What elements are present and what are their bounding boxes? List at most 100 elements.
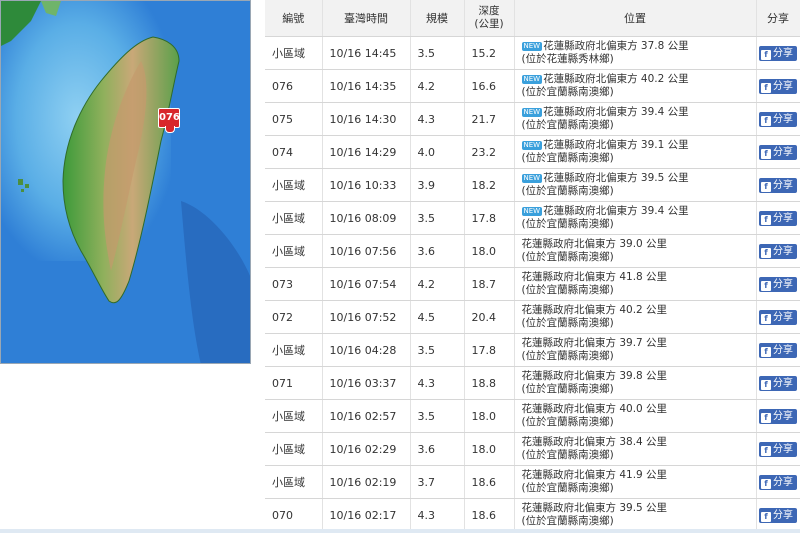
- cell-location[interactable]: NEW 花蓮縣政府北偏東方 37.8 公里 (位於花蓮縣秀林鄉): [514, 36, 757, 70]
- table-row[interactable]: 072 10/16 07:52 4.5 20.4 花蓮縣政府北偏東方 40.2 公里 (位…: [265, 300, 800, 334]
- facebook-share-button[interactable]: f 分享: [759, 408, 797, 424]
- new-badge-icon: NEW: [521, 41, 543, 51]
- cell-time[interactable]: 10/16 04:28: [322, 333, 411, 367]
- cell-id[interactable]: 小區域: [265, 201, 323, 235]
- table-row[interactable]: 小區域 10/16 02:29 3.6 18.0 花蓮縣政府北偏東方 38.4 公里 (位…: [265, 432, 800, 466]
- cell-location[interactable]: 花蓮縣政府北偏東方 39.0 公里 (位於宜蘭縣南澳鄉): [514, 234, 757, 268]
- cell-location[interactable]: 花蓮縣政府北偏東方 41.8 公里 (位於宜蘭縣南澳鄉): [514, 267, 757, 301]
- table-row[interactable]: 小區域 10/16 04:28 3.5 17.8 花蓮縣政府北偏東方 39.7 公里 (位…: [265, 333, 800, 367]
- earthquake-map[interactable]: 076: [0, 0, 251, 364]
- table-row[interactable]: 小區域 10/16 10:33 3.9 18.2 NEW 花蓮縣政府北偏東方 39.5 公…: [265, 168, 800, 202]
- cell-location[interactable]: NEW 花蓮縣政府北偏東方 40.2 公里 (位於宜蘭縣南澳鄉): [514, 69, 757, 103]
- location-text: 花蓮縣政府北偏東方 40.2 公里: [521, 304, 668, 316]
- facebook-share-button[interactable]: f 分享: [759, 210, 797, 226]
- cell-location[interactable]: 花蓮縣政府北偏東方 39.5 公里 (位於宜蘭縣南澳鄉): [514, 498, 757, 532]
- cell-location[interactable]: NEW 花蓮縣政府北偏東方 39.4 公里 (位於宜蘭縣南澳鄉): [514, 201, 757, 235]
- location-area: (位於宜蘭縣南澳鄉): [521, 284, 614, 296]
- cell-id[interactable]: 小區域: [265, 168, 323, 202]
- cell-time[interactable]: 10/16 14:29: [322, 135, 411, 169]
- table-row[interactable]: 075 10/16 14:30 4.3 21.7 NEW 花蓮縣政府北偏東方 39.4 公…: [265, 102, 800, 136]
- table-row[interactable]: 071 10/16 03:37 4.3 18.8 花蓮縣政府北偏東方 39.8 公里 (位…: [265, 366, 800, 400]
- location-area: (位於宜蘭縣南澳鄉): [521, 317, 614, 329]
- cell-id[interactable]: 076: [265, 69, 323, 103]
- cell-share: f 分享: [756, 168, 800, 202]
- cell-id[interactable]: 074: [265, 135, 323, 169]
- header-depth-label: 深度: [478, 5, 500, 17]
- cell-time[interactable]: 10/16 07:56: [322, 234, 411, 268]
- table-row[interactable]: 076 10/16 14:35 4.2 16.6 NEW 花蓮縣政府北偏東方 40.2 公…: [265, 69, 800, 103]
- cell-depth: 15.2: [464, 36, 515, 70]
- cell-location[interactable]: 花蓮縣政府北偏東方 41.9 公里 (位於宜蘭縣南澳鄉): [514, 465, 757, 499]
- table-row[interactable]: 小區域 10/16 08:09 3.5 17.8 NEW 花蓮縣政府北偏東方 39.4 公…: [265, 201, 800, 235]
- facebook-share-button[interactable]: f 分享: [759, 276, 797, 292]
- cell-id[interactable]: 070: [265, 498, 323, 532]
- cell-id[interactable]: 小區域: [265, 465, 323, 499]
- cell-id[interactable]: 小區域: [265, 36, 323, 70]
- location-line: 花蓮縣政府北偏東方 39.8 公里: [522, 370, 749, 383]
- cell-time[interactable]: 10/16 07:52: [322, 300, 411, 334]
- table-row[interactable]: 074 10/16 14:29 4.0 23.2 NEW 花蓮縣政府北偏東方 39.1 公…: [265, 135, 800, 169]
- cell-time[interactable]: 10/16 02:29: [322, 432, 411, 466]
- cell-time[interactable]: 10/16 03:37: [322, 366, 411, 400]
- cell-time[interactable]: 10/16 08:09: [322, 201, 411, 235]
- cell-time[interactable]: 10/16 07:54: [322, 267, 411, 301]
- location-text: 花蓮縣政府北偏東方 39.4 公里: [543, 106, 689, 118]
- cell-location[interactable]: 花蓮縣政府北偏東方 40.2 公里 (位於宜蘭縣南澳鄉): [514, 300, 757, 334]
- facebook-share-button[interactable]: f 分享: [759, 342, 797, 358]
- location-line: NEW 花蓮縣政府北偏東方 39.4 公里: [521, 205, 749, 218]
- share-label: 分享: [773, 509, 793, 521]
- facebook-share-button[interactable]: f 分享: [759, 309, 797, 325]
- cell-id[interactable]: 小區域: [265, 399, 323, 433]
- cell-id[interactable]: 072: [265, 300, 323, 334]
- location-line: 花蓮縣政府北偏東方 39.0 公里: [522, 238, 749, 251]
- cell-location[interactable]: 花蓮縣政府北偏東方 38.4 公里 (位於宜蘭縣南澳鄉): [514, 432, 757, 466]
- cell-id[interactable]: 小區域: [265, 432, 323, 466]
- cell-location[interactable]: NEW 花蓮縣政府北偏東方 39.5 公里 (位於宜蘭縣南澳鄉): [514, 168, 757, 202]
- cell-id[interactable]: 小區域: [265, 333, 323, 367]
- cell-share: f 分享: [756, 333, 800, 367]
- facebook-share-button[interactable]: f 分享: [759, 45, 797, 61]
- earthquake-marker[interactable]: 076: [158, 108, 180, 128]
- cell-time[interactable]: 10/16 14:45: [322, 36, 411, 70]
- new-badge-icon: NEW: [521, 107, 543, 117]
- location-area: (位於宜蘭縣南澳鄉): [521, 119, 614, 131]
- facebook-share-button[interactable]: f 分享: [759, 474, 797, 490]
- share-label: 分享: [773, 212, 793, 224]
- cell-time[interactable]: 10/16 02:57: [322, 399, 411, 433]
- facebook-share-button[interactable]: f 分享: [759, 177, 797, 193]
- table-row[interactable]: 小區域 10/16 14:45 3.5 15.2 NEW 花蓮縣政府北偏東方 37.8 公…: [265, 36, 800, 70]
- facebook-share-button[interactable]: f 分享: [759, 243, 797, 259]
- location-line: 花蓮縣政府北偏東方 40.0 公里: [522, 403, 749, 416]
- facebook-icon: f: [761, 148, 771, 159]
- facebook-share-button[interactable]: f 分享: [759, 111, 797, 127]
- table-row[interactable]: 073 10/16 07:54 4.2 18.7 花蓮縣政府北偏東方 41.8 公里 (位…: [265, 267, 800, 301]
- cell-location[interactable]: 花蓮縣政府北偏東方 39.7 公里 (位於宜蘭縣南澳鄉): [514, 333, 757, 367]
- cell-id[interactable]: 小區域: [265, 234, 323, 268]
- facebook-share-button[interactable]: f 分享: [759, 78, 797, 94]
- cell-location[interactable]: NEW 花蓮縣政府北偏東方 39.4 公里 (位於宜蘭縣南澳鄉): [514, 102, 757, 136]
- cell-location[interactable]: 花蓮縣政府北偏東方 40.0 公里 (位於宜蘭縣南澳鄉): [514, 399, 757, 433]
- facebook-share-button[interactable]: f 分享: [759, 375, 797, 391]
- facebook-share-button[interactable]: f 分享: [759, 144, 797, 160]
- table-row[interactable]: 小區域 10/16 02:19 3.7 18.6 花蓮縣政府北偏東方 41.9 公里 (位…: [265, 465, 800, 499]
- location-line: NEW 花蓮縣政府北偏東方 39.1 公里: [521, 139, 749, 152]
- cell-location[interactable]: NEW 花蓮縣政府北偏東方 39.1 公里 (位於宜蘭縣南澳鄉): [514, 135, 757, 169]
- cell-time[interactable]: 10/16 14:30: [322, 102, 411, 136]
- facebook-icon: f: [761, 82, 771, 93]
- share-label: 分享: [773, 311, 793, 323]
- cell-time[interactable]: 10/16 02:17: [322, 498, 411, 532]
- table-row[interactable]: 小區域 10/16 02:57 3.5 18.0 花蓮縣政府北偏東方 40.0 公里 (位…: [265, 399, 800, 433]
- cell-id[interactable]: 075: [265, 102, 323, 136]
- cell-time[interactable]: 10/16 02:19: [322, 465, 411, 499]
- table-row[interactable]: 小區域 10/16 07:56 3.6 18.0 花蓮縣政府北偏東方 39.0 公里 (位…: [265, 234, 800, 268]
- table-row[interactable]: 070 10/16 02:17 4.3 18.6 花蓮縣政府北偏東方 39.5 公里 (位…: [265, 498, 800, 532]
- cell-id[interactable]: 073: [265, 267, 323, 301]
- cell-time[interactable]: 10/16 14:35: [322, 69, 411, 103]
- facebook-share-button[interactable]: f 分享: [759, 441, 797, 457]
- cell-location[interactable]: 花蓮縣政府北偏東方 39.8 公里 (位於宜蘭縣南澳鄉): [514, 366, 757, 400]
- cell-id[interactable]: 071: [265, 366, 323, 400]
- location-text: 花蓮縣政府北偏東方 39.8 公里: [521, 370, 668, 382]
- cell-time[interactable]: 10/16 10:33: [322, 168, 411, 202]
- facebook-share-button[interactable]: f 分享: [759, 507, 797, 523]
- share-label: 分享: [773, 377, 793, 389]
